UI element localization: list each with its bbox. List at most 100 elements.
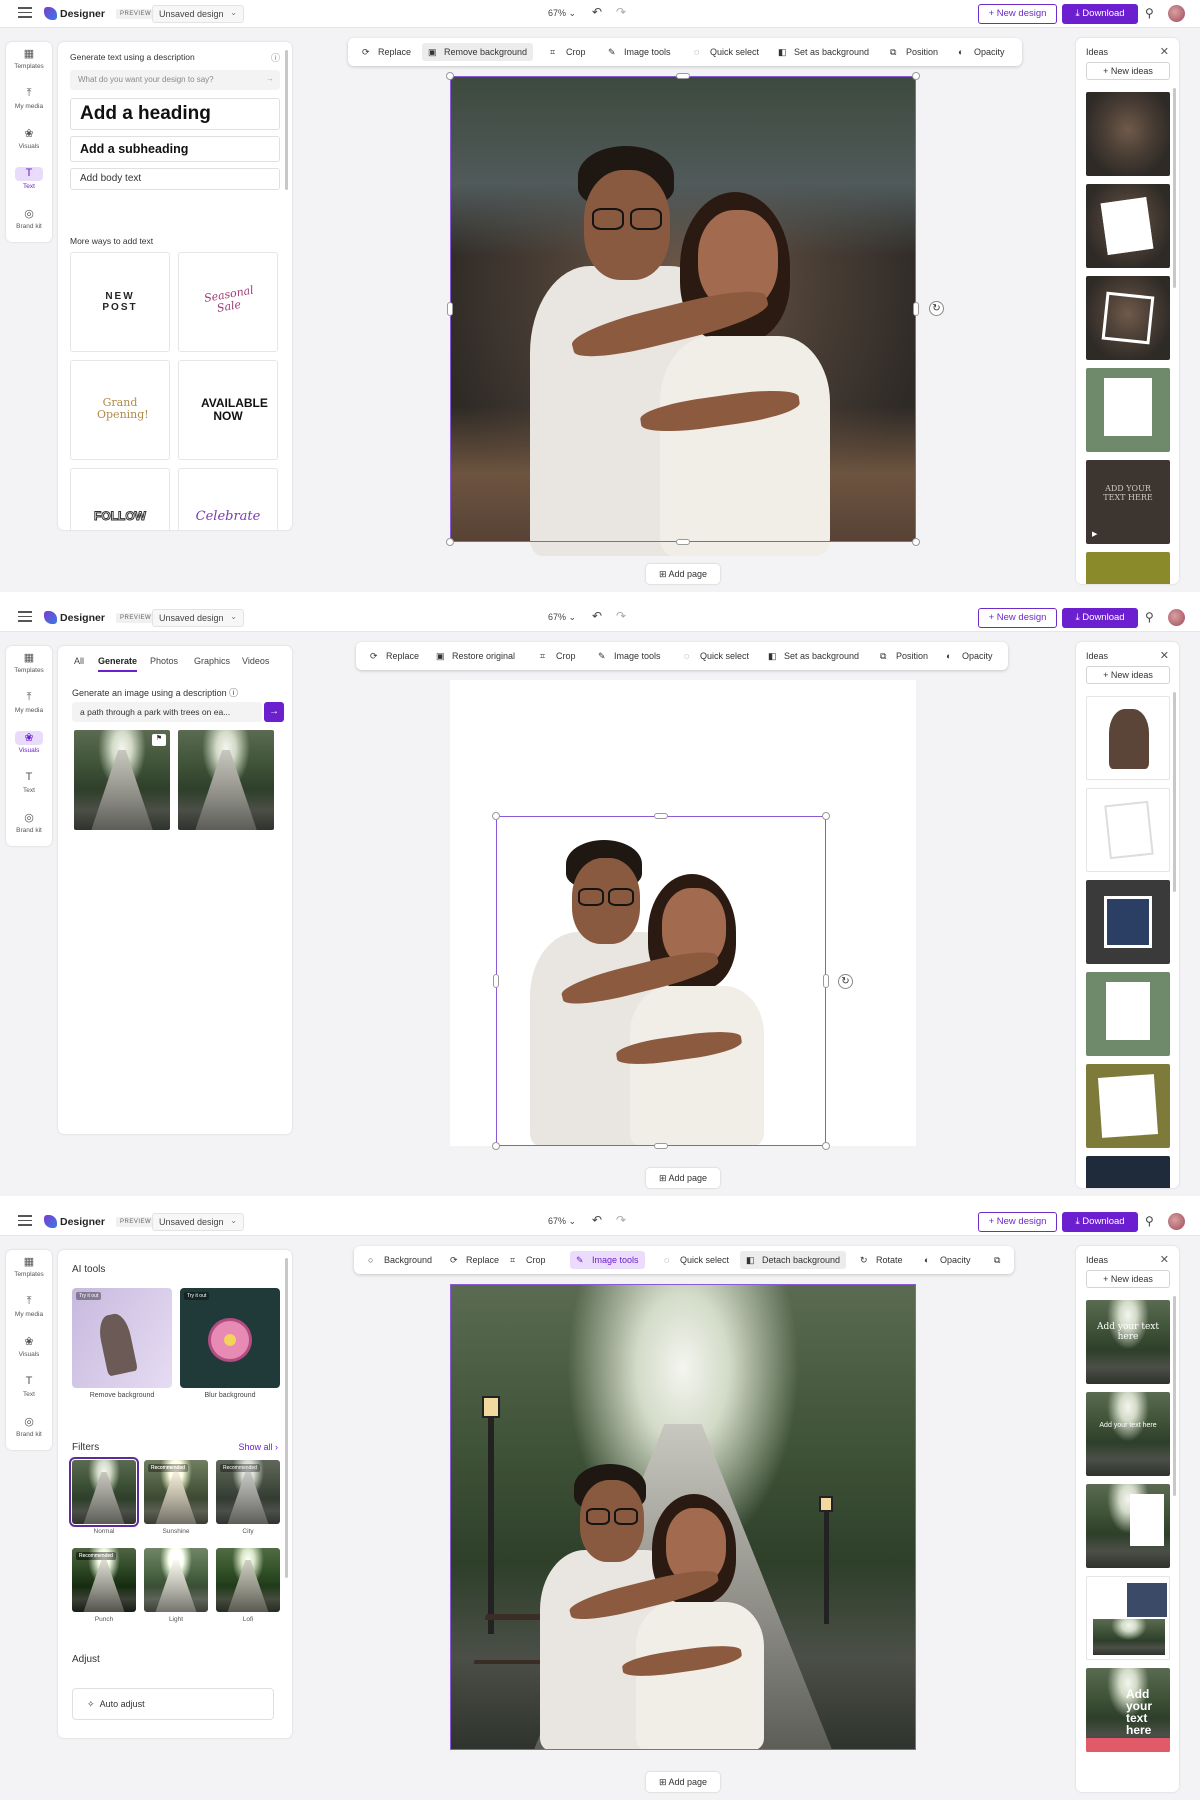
crop-button[interactable]: ⌗ Crop — [544, 43, 592, 61]
share-icon[interactable]: ⚲ — [1145, 1214, 1154, 1228]
resize-handle[interactable] — [446, 72, 454, 80]
image-prompt-input[interactable]: a path through a park with trees on ea..… — [72, 702, 262, 722]
add-subheading-button[interactable]: Add a subheading — [70, 136, 280, 162]
rotate-icon[interactable]: ↻ — [929, 301, 944, 316]
image-tools-button[interactable]: ✎ Image tools — [602, 43, 677, 61]
idea-thumbnail[interactable] — [1086, 1156, 1170, 1188]
download-button[interactable]: ⤓ Download — [1062, 1212, 1138, 1232]
resize-handle[interactable] — [654, 813, 668, 819]
zoom-select[interactable]: 67% ⌄ — [548, 612, 576, 623]
detach-background-button[interactable]: ◧ Detach background — [740, 1251, 847, 1269]
more-options-icon[interactable]: ⧉ — [988, 1251, 1006, 1269]
panel-scrollbar[interactable] — [285, 50, 288, 190]
rail-item-visuals[interactable]: ❀ Visuals — [6, 726, 52, 766]
crop-button[interactable]: ⌗ Crop — [504, 1251, 552, 1269]
flag-icon[interactable]: ⚑ — [152, 734, 166, 746]
text-style-tile[interactable]: Seasonal Sale — [178, 252, 278, 352]
show-all-link[interactable]: Show all › — [238, 1442, 278, 1452]
replace-button[interactable]: ⟳ Replace — [356, 43, 417, 61]
add-page-button[interactable]: ⊞ Add page — [646, 1772, 720, 1792]
arrow-right-icon[interactable]: → — [266, 74, 274, 83]
filter-sunshine[interactable]: Recommended — [144, 1460, 208, 1524]
redo-icon[interactable]: ↷ — [616, 1213, 626, 1227]
idea-thumbnail[interactable]: Add your text here — [1086, 1300, 1170, 1384]
redo-icon[interactable]: ↷ — [616, 5, 626, 19]
tab-all[interactable]: All — [74, 656, 84, 666]
text-style-tile[interactable]: NEW POST — [70, 252, 170, 352]
idea-thumbnail[interactable]: Add your text here — [1086, 1392, 1170, 1476]
describe-text-input[interactable]: What do you want your design to say? → — [70, 70, 280, 90]
resize-handle[interactable] — [492, 812, 500, 820]
resize-handle[interactable] — [447, 302, 453, 316]
generated-image[interactable]: ⚑ — [74, 730, 170, 830]
close-icon[interactable]: ✕ — [1160, 649, 1169, 662]
undo-icon[interactable]: ↶ — [592, 1213, 602, 1227]
quick-select-button[interactable]: ◌ Quick select — [678, 647, 755, 665]
zoom-select[interactable]: 67% ⌄ — [548, 8, 576, 19]
resize-handle[interactable] — [654, 1143, 668, 1149]
new-ideas-button[interactable]: + New ideas — [1086, 62, 1170, 80]
opacity-button[interactable]: ◐ Opacity — [952, 43, 1011, 61]
image-tools-button[interactable]: ✎ Image tools — [592, 647, 667, 665]
opacity-button[interactable]: ◐ Opacity — [940, 647, 999, 665]
idea-thumbnail[interactable] — [1086, 880, 1170, 964]
remove-background-button[interactable]: ▣ Remove background — [422, 43, 534, 61]
rail-item-my-media[interactable]: ⤒ My media — [6, 1290, 52, 1330]
idea-thumbnail[interactable] — [1086, 276, 1170, 360]
share-icon[interactable]: ⚲ — [1145, 6, 1154, 20]
blur-background-card[interactable]: Try it out — [180, 1288, 280, 1388]
tab-generate[interactable]: Generate — [98, 656, 138, 672]
new-design-button[interactable]: + New design — [978, 1212, 1057, 1232]
tab-videos[interactable]: Videos — [242, 656, 269, 666]
resize-handle[interactable] — [446, 538, 454, 546]
resize-handle[interactable] — [676, 539, 690, 545]
menu-icon[interactable] — [18, 7, 32, 19]
filter-normal[interactable] — [69, 1457, 139, 1527]
rail-item-templates[interactable]: ▦ Templates — [6, 1250, 52, 1290]
add-page-button[interactable]: ⊞ Add page — [646, 564, 720, 584]
resize-handle[interactable] — [823, 974, 829, 988]
filter-punch[interactable]: Recommended — [72, 1548, 136, 1612]
rotate-button[interactable]: ↻ Rotate — [854, 1251, 909, 1269]
idea-thumbnail[interactable] — [1086, 552, 1170, 584]
download-button[interactable]: ⤓ Download — [1062, 608, 1138, 628]
resize-handle[interactable] — [913, 302, 919, 316]
info-icon[interactable]: ⓘ — [271, 51, 280, 64]
rail-item-visuals[interactable]: ❀ Visuals — [6, 122, 52, 162]
rail-item-templates[interactable]: ▦ Templates — [6, 42, 52, 82]
selection-box[interactable] — [450, 1284, 916, 1750]
text-style-tile[interactable]: FOLLOW — [70, 468, 170, 530]
idea-thumbnail[interactable]: ADD YOUR TEXT HERE ▶ — [1086, 460, 1170, 544]
text-style-tile[interactable]: AVAILABLE NOW — [178, 360, 278, 460]
resize-handle[interactable] — [912, 72, 920, 80]
undo-icon[interactable]: ↶ — [592, 609, 602, 623]
filter-lofi[interactable] — [216, 1548, 280, 1612]
close-icon[interactable]: ✕ — [1160, 45, 1169, 58]
image-tools-button[interactable]: ✎ Image tools — [570, 1251, 645, 1269]
resize-handle[interactable] — [493, 974, 499, 988]
restore-original-button[interactable]: ▣ Restore original — [430, 647, 521, 665]
quick-select-button[interactable]: ◌ Quick select — [688, 43, 765, 61]
rail-item-brand-kit[interactable]: ◎ Brand kit — [6, 1410, 52, 1450]
avatar[interactable] — [1168, 1213, 1185, 1230]
replace-button[interactable]: ⟳ Replace — [364, 647, 425, 665]
remove-background-card[interactable]: Try it out — [72, 1288, 172, 1388]
rail-item-my-media[interactable]: ⤒ My media — [6, 82, 52, 122]
idea-thumbnail[interactable]: Add your text here — [1086, 1668, 1170, 1752]
rotate-icon[interactable]: ↻ — [838, 974, 853, 989]
replace-button[interactable]: ⟳ Replace — [444, 1251, 505, 1269]
filter-light[interactable] — [144, 1548, 208, 1612]
rail-item-my-media[interactable]: ⤒ My media — [6, 686, 52, 726]
idea-thumbnail[interactable] — [1086, 696, 1170, 780]
text-style-tile[interactable]: Celebrate — [178, 468, 278, 530]
ideas-scrollbar[interactable] — [1173, 692, 1176, 892]
resize-handle[interactable] — [492, 1142, 500, 1150]
set-as-background-button[interactable]: ◧ Set as background — [772, 43, 875, 61]
selection-box[interactable] — [450, 76, 916, 542]
idea-thumbnail[interactable] — [1086, 972, 1170, 1056]
quick-select-button[interactable]: ◌ Quick select — [658, 1251, 735, 1269]
resize-handle[interactable] — [822, 812, 830, 820]
undo-icon[interactable]: ↶ — [592, 5, 602, 19]
info-icon[interactable]: ⓘ — [229, 688, 238, 698]
rail-item-visuals[interactable]: ❀ Visuals — [6, 1330, 52, 1370]
